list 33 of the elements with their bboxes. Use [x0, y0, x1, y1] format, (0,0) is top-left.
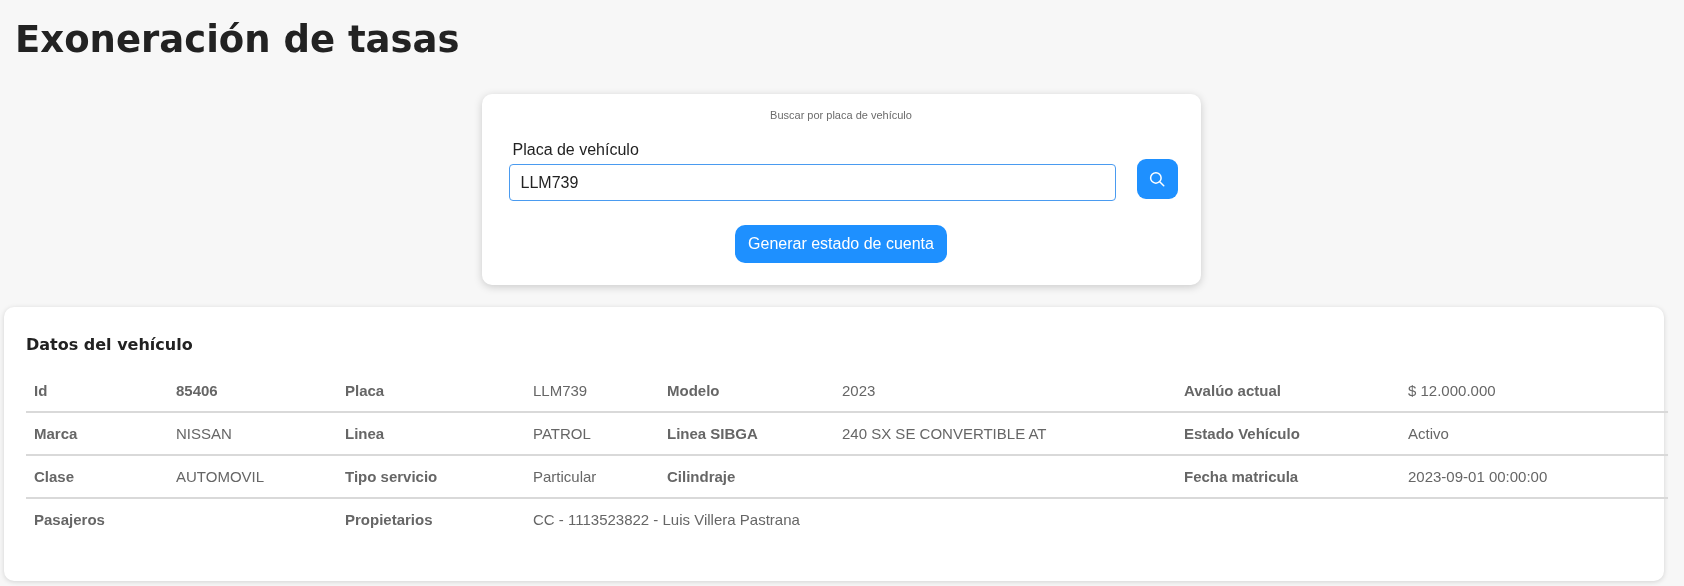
card-title: Datos del vehículo: [26, 335, 194, 354]
field-label: Placa de vehículo: [512, 141, 640, 159]
plate-input-field[interactable]: LLM739: [508, 164, 1116, 201]
page-title: Exoneración de tasas: [15, 17, 461, 63]
field-name: Linea: [344, 425, 386, 442]
field-name: Marca: [33, 425, 79, 442]
field-value: Activo: [1407, 425, 1450, 442]
field-name: Clase: [33, 468, 76, 485]
field-name: Id: [33, 382, 49, 399]
field-name: Fecha matricula: [1183, 468, 1300, 485]
field-name: Pasajeros: [33, 511, 106, 528]
field-value: 2023: [841, 382, 877, 399]
field-value: NISSAN: [175, 425, 233, 442]
field-name: Modelo: [666, 382, 721, 399]
search-caption: Buscar por placa de vehículo: [770, 109, 912, 121]
field-name: Tipo servicio: [344, 468, 439, 485]
field-value: LLM739: [532, 382, 589, 399]
field-name: Avalúo actual: [1183, 382, 1282, 399]
field-value: AUTOMOVIL: [175, 468, 266, 485]
field-value: CC - 1113523822 - Luis Villera Pastrana: [532, 511, 801, 528]
field-name: Cilindraje: [666, 468, 737, 485]
field-name: Linea SIBGA: [666, 425, 759, 442]
field-value: 85406: [175, 382, 219, 399]
field-value: 240 SX SE CONVERTIBLE AT: [841, 425, 1048, 442]
field-value: $ 12.000.000: [1407, 382, 1497, 399]
field-value: 2023-09-01 00:00:00: [1407, 468, 1549, 485]
search-icon: [1148, 170, 1166, 188]
field-name: Placa: [344, 382, 386, 399]
field-name: Propietarios: [344, 511, 434, 528]
field-value: Particular: [532, 468, 598, 485]
field-value: PATROL: [532, 425, 592, 442]
field-name: Estado Vehículo: [1183, 425, 1301, 442]
search-button[interactable]: [1136, 159, 1178, 199]
